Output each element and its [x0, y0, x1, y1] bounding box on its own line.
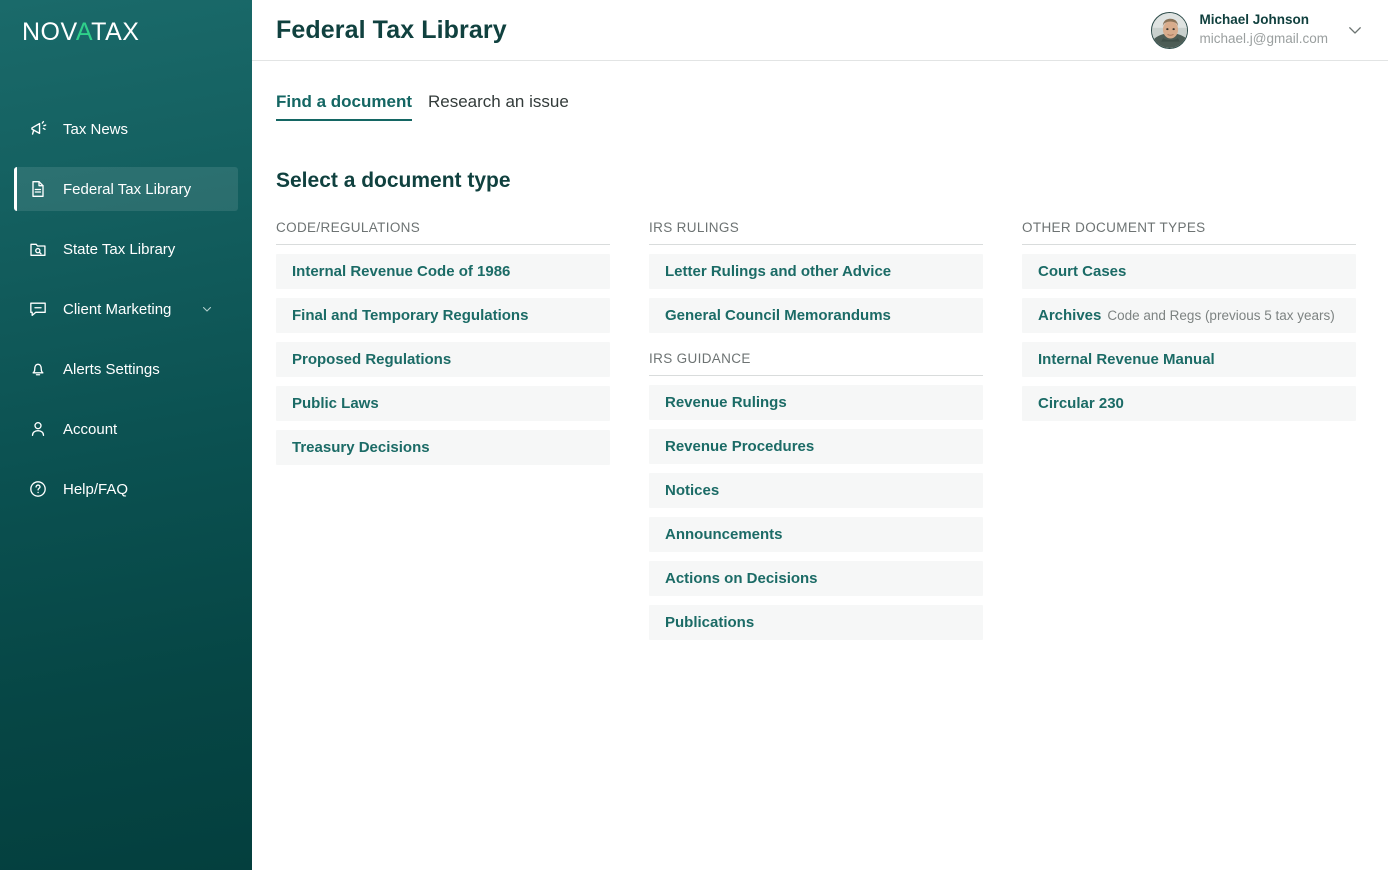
document-type-label: Circular 230: [1038, 395, 1124, 412]
user-meta: Michael Johnson michael.j@gmail.com: [1200, 12, 1329, 48]
user-photo-icon: [1151, 12, 1187, 48]
brand-name-part2: TAX: [91, 18, 140, 46]
document-type-label: Announcements: [665, 526, 783, 543]
sidebar-item-label: Tax News: [63, 120, 129, 138]
document-type-columns: CODE/REGULATIONS Internal Revenue Code of…: [252, 193, 1388, 649]
document-type-item[interactable]: Publications: [649, 605, 983, 640]
document-type-label: Archives: [1038, 307, 1102, 324]
page-title: Federal Tax Library: [276, 15, 507, 44]
chevron-down-icon[interactable]: [1346, 21, 1364, 39]
group-label: IRS GUIDANCE: [649, 351, 983, 376]
sidebar: NOVATAX Tax News Federal Tax Library State…: [0, 0, 252, 870]
document-type-label: Internal Revenue Manual: [1038, 351, 1215, 368]
sidebar-item-federal-tax-library[interactable]: Federal Tax Library: [14, 167, 238, 211]
document-type-label: Revenue Rulings: [665, 394, 787, 411]
sidebar-item-help-faq[interactable]: Help/FAQ: [14, 467, 238, 511]
document-column: CODE/REGULATIONS Internal Revenue Code of…: [276, 220, 610, 649]
document-type-item[interactable]: Revenue Rulings: [649, 385, 983, 420]
sidebar-item-label: Alerts Settings: [63, 360, 160, 378]
document-type-label: Court Cases: [1038, 263, 1127, 280]
tab-research-an-issue[interactable]: Research an issue: [428, 92, 569, 121]
group-label: OTHER DOCUMENT TYPES: [1022, 220, 1356, 245]
brand-logo-text: NOVATAX: [22, 20, 252, 45]
help-circle-icon: [27, 478, 49, 500]
document-type-item[interactable]: Circular 230: [1022, 386, 1356, 421]
tab-find-a-document[interactable]: Find a document: [276, 92, 412, 121]
main-area: Federal Tax Library Michael Johnson mich…: [252, 0, 1388, 870]
sidebar-item-client-marketing[interactable]: Client Marketing: [14, 287, 238, 331]
message-icon: [27, 298, 49, 320]
document-type-label: Final and Temporary Regulations: [292, 307, 529, 324]
document-type-item[interactable]: Treasury Decisions: [276, 430, 610, 465]
sidebar-item-alerts-settings[interactable]: Alerts Settings: [14, 347, 238, 391]
document-type-list: Revenue Rulings Revenue Procedures Notices…: [649, 385, 983, 640]
group-label: CODE/REGULATIONS: [276, 220, 610, 245]
brand-logo[interactable]: NOVATAX: [0, 0, 252, 70]
document-type-item[interactable]: Final and Temporary Regulations: [276, 298, 610, 333]
document-column: OTHER DOCUMENT TYPES Court Cases Archives C…: [1022, 220, 1356, 649]
document-type-label: Publications: [665, 614, 755, 631]
document-type-item[interactable]: Revenue Procedures: [649, 429, 983, 464]
document-type-label: Notices: [665, 482, 720, 499]
document-type-item[interactable]: Announcements: [649, 517, 983, 552]
document-type-item[interactable]: Actions on Decisions: [649, 561, 983, 596]
section-title: Select a document type: [276, 169, 511, 192]
user-name: Michael Johnson: [1199, 12, 1310, 28]
document-type-label: Proposed Regulations: [292, 351, 452, 368]
person-icon: [27, 418, 49, 440]
sidebar-nav: Tax News Federal Tax Library State Tax Lib…: [0, 107, 252, 511]
document-type-label: Treasury Decisions: [292, 439, 430, 456]
document-type-item[interactable]: Court Cases: [1022, 254, 1356, 289]
document-type-list: Letter Rulings and other Advice General C…: [649, 254, 983, 333]
user-menu[interactable]: Michael Johnson michael.j@gmail.com: [1150, 11, 1365, 49]
document-column: IRS RULINGS Letter Rulings and other Advi…: [649, 220, 983, 649]
document-type-subtext: Code and Regs (previous 5 tax years): [1107, 308, 1335, 323]
document-type-item[interactable]: General Council Memorandums: [649, 298, 983, 333]
sidebar-item-label: State Tax Library: [63, 240, 176, 258]
megaphone-icon: [27, 118, 49, 140]
chevron-down-icon[interactable]: [200, 302, 214, 316]
document-icon: [27, 178, 49, 200]
folder-search-icon: [27, 238, 49, 260]
document-type-item[interactable]: Letter Rulings and other Advice: [649, 254, 983, 289]
sidebar-item-tax-news[interactable]: Tax News: [14, 107, 238, 151]
user-email: michael.j@gmail.com: [1199, 31, 1329, 46]
document-type-item[interactable]: Proposed Regulations: [276, 342, 610, 377]
document-type-item[interactable]: Internal Revenue Manual: [1022, 342, 1356, 377]
tab-bar: Find a document Research an issue: [252, 61, 1388, 121]
document-type-list: Court Cases Archives Code and Regs (previo…: [1022, 254, 1356, 421]
group-label: IRS RULINGS: [649, 220, 983, 245]
sidebar-item-label: Help/FAQ: [63, 480, 129, 498]
document-type-label: Internal Revenue Code of 1986: [292, 263, 511, 280]
avatar: [1150, 11, 1188, 49]
document-type-label: Public Laws: [292, 395, 379, 412]
document-type-label: Revenue Procedures: [665, 438, 815, 455]
sidebar-item-account[interactable]: Account: [14, 407, 238, 451]
document-type-item[interactable]: Public Laws: [276, 386, 610, 421]
brand-name-part1: NOV: [22, 18, 76, 46]
bell-icon: [27, 358, 49, 380]
sidebar-item-label: Federal Tax Library: [63, 180, 192, 198]
document-type-item[interactable]: Archives Code and Regs (previous 5 tax ye…: [1022, 298, 1356, 333]
document-type-label: Actions on Decisions: [665, 570, 818, 587]
document-type-label: Letter Rulings and other Advice: [665, 263, 892, 280]
document-type-label: General Council Memorandums: [665, 307, 891, 324]
sidebar-item-label: Client Marketing: [63, 300, 172, 318]
document-type-list: Internal Revenue Code of 1986 Final and T…: [276, 254, 610, 465]
app-root: NOVATAX Tax News Federal Tax Library State…: [0, 0, 1388, 870]
topbar: Federal Tax Library Michael Johnson mich…: [252, 0, 1388, 61]
brand-name-accent: A: [75, 18, 92, 46]
sidebar-item-label: Account: [63, 420, 118, 438]
document-type-item[interactable]: Internal Revenue Code of 1986: [276, 254, 610, 289]
sidebar-item-state-tax-library[interactable]: State Tax Library: [14, 227, 238, 271]
document-type-item[interactable]: Notices: [649, 473, 983, 508]
